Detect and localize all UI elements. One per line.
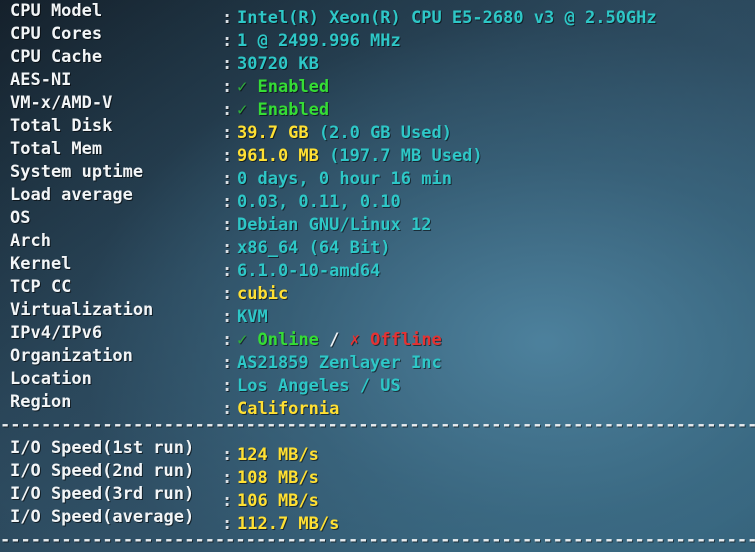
info-label: CPU Cores — [10, 24, 103, 44]
info-label: Virtualization — [10, 300, 154, 320]
info-row: Total Mem:961.0 MB (197.7 MB Used) — [0, 138, 755, 166]
info-label: VM-x/AMD-V — [10, 93, 113, 113]
system-info-section: CPU Model: Intel(R) Xeon(R) CPU E5-2680 v… — [0, 0, 755, 419]
info-row: OS: Debian GNU/Linux 12 — [0, 207, 755, 235]
info-row: I/O Speed(1st run):124 MB/s — [0, 437, 755, 465]
info-row: Virtualization: KVM — [0, 299, 755, 327]
info-label: Total Mem — [10, 139, 103, 159]
info-label: Total Disk — [10, 116, 113, 136]
io-speed-section: I/O Speed(1st run):124 MB/s I/O Speed(2nd… — [0, 437, 755, 534]
info-label: Organization — [10, 346, 133, 366]
info-row: System uptime:0 days, 0 hour 16 min — [0, 161, 755, 189]
info-label: I/O Speed(1st run) — [10, 438, 195, 458]
info-row: IPv4/IPv6: ✓ Online / ✗ Offline — [0, 322, 755, 350]
info-row: Arch: x86_64 (64 Bit) — [0, 230, 755, 258]
info-row: Total Disk:39.7 GB (2.0 GB Used) — [0, 115, 755, 143]
info-label: AES-NI — [10, 70, 72, 90]
terminal-window: ----------------------------------------… — [0, 0, 755, 552]
info-label: I/O Speed(average) — [10, 507, 195, 527]
info-label: Location — [10, 369, 92, 389]
info-row: CPU Model: Intel(R) Xeon(R) CPU E5-2680 v… — [0, 0, 755, 28]
info-label: I/O Speed(2nd run) — [10, 461, 195, 481]
info-row: Organization: AS21859 Zenlayer Inc — [0, 345, 755, 373]
info-label: OS — [10, 208, 31, 228]
info-label: Kernel — [10, 254, 72, 274]
info-row: Location: Los Angeles / US — [0, 368, 755, 396]
info-row: I/O Speed(average):112.7 MB/s — [0, 506, 755, 534]
terminal-screen: ----------------------------------------… — [0, 0, 755, 543]
info-row: I/O Speed(3rd run):106 MB/s — [0, 483, 755, 511]
info-label: TCP CC — [10, 277, 72, 297]
info-label: CPU Cache — [10, 47, 103, 67]
info-label: System uptime — [10, 162, 144, 182]
info-row: Load average:0.03, 0.11, 0.10 — [0, 184, 755, 212]
info-row: I/O Speed(2nd run):108 MB/s — [0, 460, 755, 488]
info-row: VM-x/AMD-V: ✓ Enabled — [0, 92, 755, 120]
info-label: Region — [10, 392, 72, 412]
separator-line-middle: ----------------------------------------… — [0, 415, 755, 435]
info-label: CPU Model — [10, 1, 103, 21]
info-label: IPv4/IPv6 — [10, 323, 103, 343]
separator-line-bottom: ----------------------------------------… — [0, 530, 755, 543]
info-label: I/O Speed(3rd run) — [10, 484, 195, 504]
info-row: AES-NI: ✓ Enabled — [0, 69, 755, 97]
info-label: Load average — [10, 185, 133, 205]
info-label: Arch — [10, 231, 51, 251]
info-row: Kernel:6.1.0-10-amd64 — [0, 253, 755, 281]
